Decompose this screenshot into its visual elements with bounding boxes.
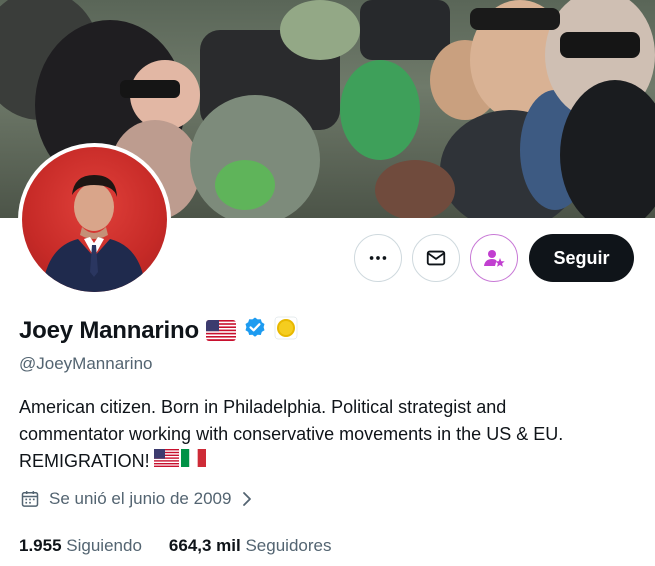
following-label: Siguiendo bbox=[66, 536, 142, 555]
avatar-photo bbox=[22, 147, 167, 292]
joined-text: Se unió el junio de 2009 bbox=[49, 489, 232, 508]
verified-badge-icon[interactable] bbox=[243, 316, 267, 345]
gold-circle-icon bbox=[274, 316, 298, 345]
profile-actions: Seguir bbox=[354, 234, 634, 282]
subscribe-icon bbox=[484, 250, 505, 267]
bio-line: REMIGRATION! bbox=[19, 451, 150, 471]
profile-avatar[interactable] bbox=[18, 143, 171, 296]
profile-stats: 1.955 Siguiendo 664,3 mil Seguidores bbox=[19, 536, 331, 556]
follow-button[interactable]: Seguir bbox=[529, 234, 634, 282]
followers-link[interactable]: 664,3 mil Seguidores bbox=[169, 536, 332, 556]
more-button[interactable] bbox=[354, 234, 402, 282]
avatar-portrait bbox=[42, 175, 146, 292]
message-button[interactable] bbox=[412, 234, 460, 282]
display-name: Joey Mannarino bbox=[19, 316, 199, 344]
joined-date: Se unió el junio de 2009 bbox=[20, 489, 254, 509]
subscribe-button[interactable] bbox=[470, 234, 518, 282]
us-flag-icon bbox=[205, 320, 236, 341]
bio-line-last: REMIGRATION! bbox=[19, 448, 649, 475]
calendar-icon bbox=[21, 491, 39, 507]
profile-page: Seguir Joey Mannarino @JoeyMannarino Ame… bbox=[0, 0, 655, 566]
bio-line: commentator working with conservative mo… bbox=[19, 424, 564, 444]
more-icon bbox=[369, 256, 387, 260]
profile-bio: American citizen. Born in Philadelphia. … bbox=[19, 394, 649, 475]
name-row: Joey Mannarino bbox=[19, 316, 298, 345]
following-count: 1.955 bbox=[19, 536, 62, 555]
bio-line: American citizen. Born in Philadelphia. … bbox=[19, 397, 507, 417]
followers-count: 664,3 mil bbox=[168, 536, 241, 555]
us-flag-icon bbox=[153, 448, 179, 475]
envelope-icon bbox=[426, 250, 446, 266]
following-link[interactable]: 1.955 Siguiendo bbox=[19, 536, 142, 556]
followers-label: Seguidores bbox=[245, 536, 332, 555]
italy-flag-icon bbox=[180, 448, 206, 475]
user-handle: @JoeyMannarino bbox=[19, 354, 153, 373]
chevron-right-icon[interactable] bbox=[240, 490, 254, 508]
bio-flags bbox=[153, 448, 206, 475]
